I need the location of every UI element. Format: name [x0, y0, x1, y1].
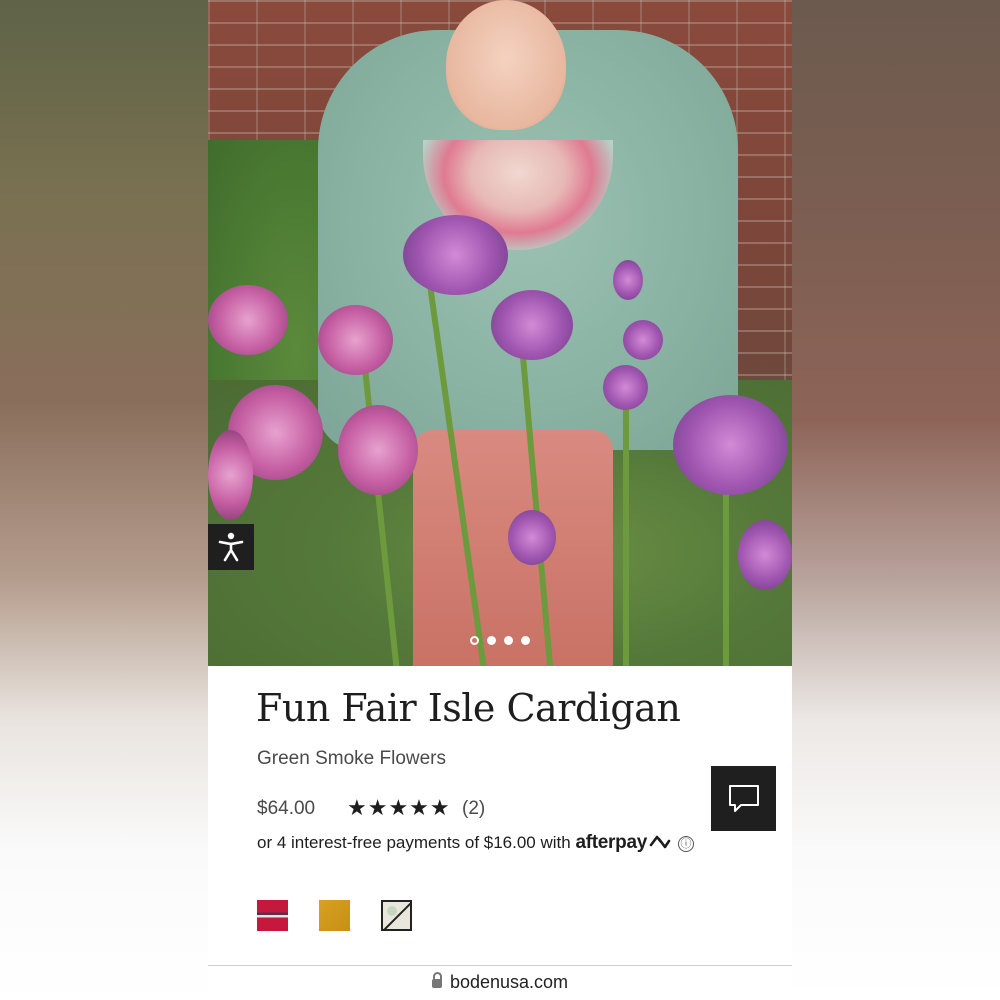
afterpay-brand: afterpay — [575, 832, 647, 853]
blurred-background-right — [792, 0, 1000, 1000]
afterpay-message: or 4 interest-free payments of $16.00 wi… — [257, 832, 694, 854]
product-info: Fun Fair Isle Cardigan Green Smoke Flowe… — [208, 666, 792, 1000]
image-carousel-indicator — [470, 636, 530, 645]
flower-stem — [623, 400, 629, 666]
product-title: Fun Fair Isle Cardigan — [256, 686, 681, 730]
allium-flower — [603, 365, 648, 410]
lock-icon — [431, 972, 442, 988]
color-swatches — [257, 900, 412, 931]
chat-button[interactable] — [711, 766, 776, 831]
allium-flower — [673, 395, 788, 495]
carousel-dot[interactable] — [504, 636, 513, 645]
carousel-dot[interactable] — [487, 636, 496, 645]
allium-flower — [318, 305, 393, 375]
accessibility-icon — [218, 532, 244, 562]
carousel-dot[interactable] — [470, 636, 479, 645]
afterpay-logo-icon — [649, 835, 671, 849]
product-color-name: Green Smoke Flowers — [257, 748, 447, 769]
allium-flower — [613, 260, 643, 300]
allium-flower — [508, 510, 556, 565]
info-icon[interactable]: ⓘ — [678, 836, 694, 852]
allium-flower — [491, 290, 573, 360]
allium-flower — [208, 285, 288, 355]
product-price: $64.00 — [257, 798, 316, 819]
model-face — [446, 0, 566, 130]
browser-url-bar[interactable]: bodenusa.com — [208, 965, 792, 1000]
url-text: bodenusa.com — [449, 972, 569, 992]
product-image[interactable] — [208, 0, 792, 666]
carousel-dot[interactable] — [521, 636, 530, 645]
swatch-mustard[interactable] — [319, 900, 350, 931]
review-count[interactable]: (2) — [462, 798, 485, 820]
mobile-screen: Fun Fair Isle Cardigan Green Smoke Flowe… — [208, 0, 792, 1000]
allium-flower — [208, 430, 253, 520]
url-display: bodenusa.com — [208, 972, 792, 993]
accessibility-button[interactable] — [208, 524, 254, 570]
allium-flower — [338, 405, 418, 495]
swatch-red-fair-isle[interactable] — [257, 900, 288, 931]
swatch-unavailable[interactable] — [381, 900, 412, 931]
afterpay-text: or 4 interest-free payments of $16.00 wi… — [257, 833, 571, 852]
allium-flower — [623, 320, 663, 360]
chat-icon — [728, 784, 759, 812]
blurred-background-left — [0, 0, 208, 1000]
allium-flower — [403, 215, 508, 295]
rating-stars[interactable]: ★★★★★ — [347, 795, 451, 821]
allium-flower — [738, 520, 792, 590]
